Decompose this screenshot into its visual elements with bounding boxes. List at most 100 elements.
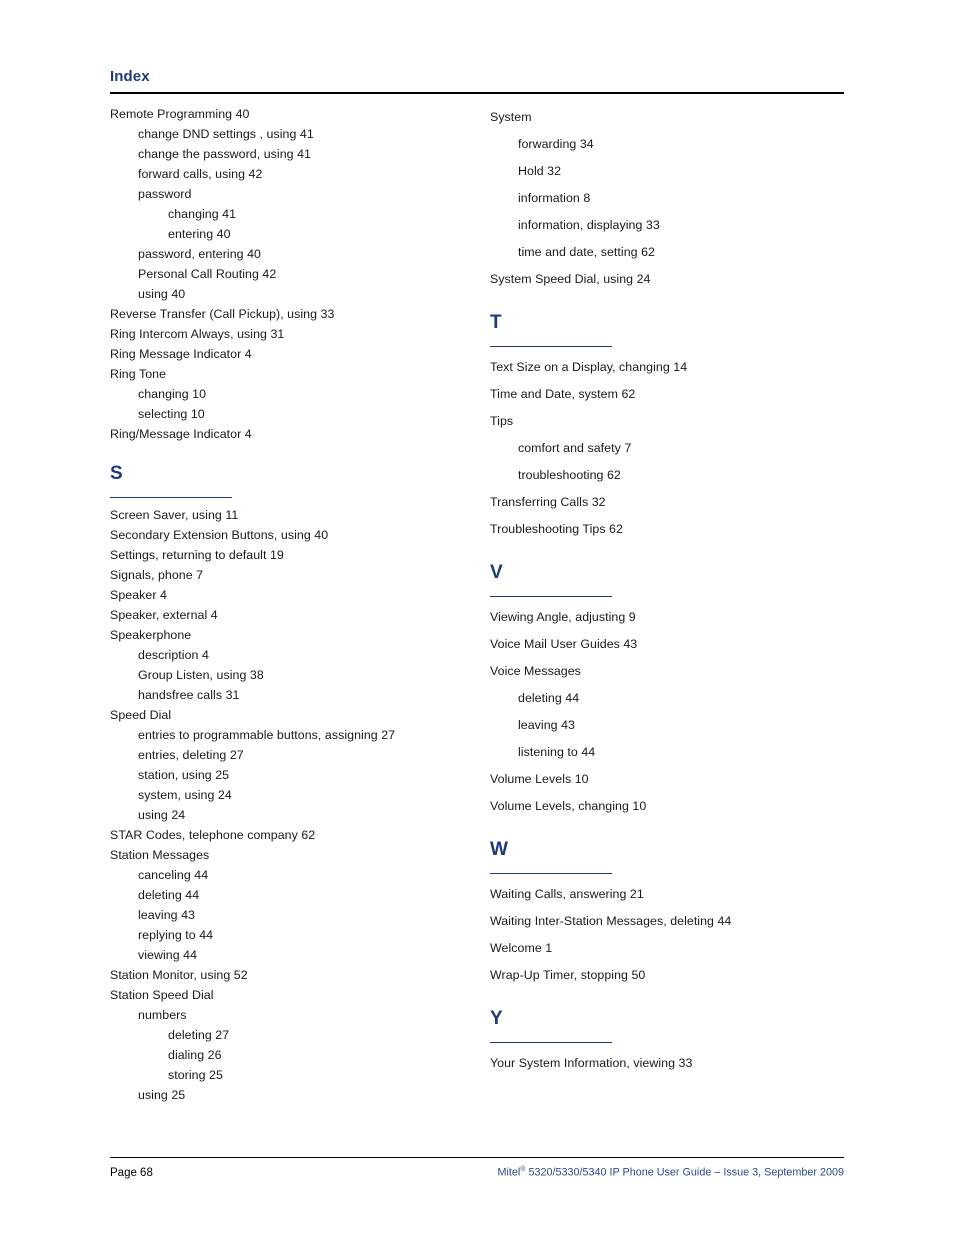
index-entry[interactable]: leaving 43 xyxy=(490,712,850,739)
index-entry[interactable]: password, entering 40 xyxy=(110,244,470,264)
index-entry[interactable]: Remote Programming 40 xyxy=(110,104,470,124)
index-entry[interactable]: Signals, phone 7 xyxy=(110,565,470,585)
page-title: Index xyxy=(110,68,150,85)
index-entry[interactable]: deleting 27 xyxy=(110,1025,470,1045)
index-entry[interactable]: Station Speed Dial xyxy=(110,985,470,1005)
index-entry[interactable]: Welcome 1 xyxy=(490,935,850,962)
letter-heading-divider xyxy=(490,346,612,347)
index-entry[interactable]: using 24 xyxy=(110,805,470,825)
index-entry[interactable]: Speaker 4 xyxy=(110,585,470,605)
letter-section-s: S xyxy=(110,444,470,505)
index-entry[interactable]: deleting 44 xyxy=(110,885,470,905)
index-entry[interactable]: Station Monitor, using 52 xyxy=(110,965,470,985)
letter-heading: S xyxy=(110,463,123,484)
letter-section-v: V xyxy=(490,543,850,604)
header-divider xyxy=(110,92,844,94)
index-entry[interactable]: Text Size on a Display, changing 14 xyxy=(490,354,850,381)
letter-heading: T xyxy=(490,312,502,333)
letter-heading-divider xyxy=(110,497,232,498)
index-entry[interactable]: Station Messages xyxy=(110,845,470,865)
index-entry[interactable]: canceling 44 xyxy=(110,865,470,885)
letter-heading: Y xyxy=(490,1008,503,1029)
index-entry[interactable]: entering 40 xyxy=(110,224,470,244)
index-entry[interactable]: Hold 32 xyxy=(490,158,850,185)
index-entry[interactable]: leaving 43 xyxy=(110,905,470,925)
index-entry[interactable]: Waiting Calls, answering 21 xyxy=(490,881,850,908)
index-entry[interactable]: Voice Messages xyxy=(490,658,850,685)
index-entry[interactable]: Group Listen, using 38 xyxy=(110,665,470,685)
index-entry[interactable]: System Speed Dial, using 24 xyxy=(490,266,850,293)
index-entry[interactable]: deleting 44 xyxy=(490,685,850,712)
index-entry[interactable]: selecting 10 xyxy=(110,404,470,424)
index-entry[interactable]: numbers xyxy=(110,1005,470,1025)
letter-section-t: T xyxy=(490,293,850,354)
index-entry[interactable]: handsfree calls 31 xyxy=(110,685,470,705)
index-entry[interactable]: Speed Dial xyxy=(110,705,470,725)
index-entry[interactable]: Ring/Message Indicator 4 xyxy=(110,424,470,444)
index-entry[interactable]: Volume Levels, changing 10 xyxy=(490,793,850,820)
page-header: Index xyxy=(110,68,844,94)
index-entry[interactable]: Your System Information, viewing 33 xyxy=(490,1050,850,1077)
index-entry[interactable]: changing 10 xyxy=(110,384,470,404)
index-page: Index Remote Programming 40 change DND se… xyxy=(0,0,954,1235)
index-entry[interactable]: dialing 26 xyxy=(110,1045,470,1065)
letter-heading: V xyxy=(490,562,503,583)
index-entry[interactable]: replying to 44 xyxy=(110,925,470,945)
index-entry[interactable]: changing 41 xyxy=(110,204,470,224)
index-entry[interactable]: troubleshooting 62 xyxy=(490,462,850,489)
index-entry[interactable]: Time and Date, system 62 xyxy=(490,381,850,408)
letter-heading-divider xyxy=(490,873,612,874)
page-footer: Page 68 Mitel® 5320/5330/5340 IP Phone U… xyxy=(110,1157,844,1179)
footer-row: Page 68 Mitel® 5320/5330/5340 IP Phone U… xyxy=(110,1166,844,1179)
index-entry[interactable]: change the password, using 41 xyxy=(110,144,470,164)
index-entry[interactable]: Viewing Angle, adjusting 9 xyxy=(490,604,850,631)
index-entry[interactable]: Wrap-Up Timer, stopping 50 xyxy=(490,962,850,989)
index-entry[interactable]: Speaker, external 4 xyxy=(110,605,470,625)
index-entry[interactable]: Speakerphone xyxy=(110,625,470,645)
index-entry[interactable]: listening to 44 xyxy=(490,739,850,766)
index-entry[interactable]: comfort and safety 7 xyxy=(490,435,850,462)
footer-divider xyxy=(110,1157,844,1158)
index-entry[interactable]: station, using 25 xyxy=(110,765,470,785)
index-entry[interactable]: Troubleshooting Tips 62 xyxy=(490,516,850,543)
index-entry[interactable]: Ring Tone xyxy=(110,364,470,384)
index-entry[interactable]: forward calls, using 42 xyxy=(110,164,470,184)
letter-heading-divider xyxy=(490,596,612,597)
index-entry[interactable]: storing 25 xyxy=(110,1065,470,1085)
index-entry[interactable]: Settings, returning to default 19 xyxy=(110,545,470,565)
index-entry[interactable]: description 4 xyxy=(110,645,470,665)
index-column-left: Remote Programming 40 change DND settings… xyxy=(110,104,470,1105)
index-entry[interactable]: Ring Intercom Always, using 31 xyxy=(110,324,470,344)
index-entry[interactable]: Volume Levels 10 xyxy=(490,766,850,793)
index-entry[interactable]: change DND settings , using 41 xyxy=(110,124,470,144)
index-entry[interactable]: Voice Mail User Guides 43 xyxy=(490,631,850,658)
index-entry[interactable]: using 40 xyxy=(110,284,470,304)
letter-section-w: W xyxy=(490,820,850,881)
index-entry[interactable]: information, displaying 33 xyxy=(490,212,850,239)
page-number: Page 68 xyxy=(110,1166,153,1179)
index-entry[interactable]: time and date, setting 62 xyxy=(490,239,850,266)
index-entry[interactable]: forwarding 34 xyxy=(490,131,850,158)
index-entry[interactable]: Secondary Extension Buttons, using 40 xyxy=(110,525,470,545)
index-entry[interactable]: Reverse Transfer (Call Pickup), using 33 xyxy=(110,304,470,324)
index-entry[interactable]: entries, deleting 27 xyxy=(110,745,470,765)
index-entry[interactable]: password xyxy=(110,184,470,204)
index-entry[interactable]: Screen Saver, using 11 xyxy=(110,505,470,525)
letter-section-y: Y xyxy=(490,989,850,1050)
index-entry[interactable]: Personal Call Routing 42 xyxy=(110,264,470,284)
index-column-right: System forwarding 34 Hold 32 information 8i… xyxy=(490,104,850,1077)
index-entry[interactable]: information 8 xyxy=(490,185,850,212)
guide-citation: Mitel® 5320/5330/5340 IP Phone User Guid… xyxy=(497,1166,844,1179)
index-entry[interactable]: Waiting Inter-Station Messages, deleting… xyxy=(490,908,850,935)
index-entry[interactable]: entries to programmable buttons, assigni… xyxy=(110,725,470,745)
index-entry[interactable]: Ring Message Indicator 4 xyxy=(110,344,470,364)
index-entry[interactable]: STAR Codes, telephone company 62 xyxy=(110,825,470,845)
index-entry[interactable]: viewing 44 xyxy=(110,945,470,965)
index-entry[interactable]: system, using 24 xyxy=(110,785,470,805)
index-entry[interactable]: Transferring Calls 32 xyxy=(490,489,850,516)
index-entry[interactable]: Tips xyxy=(490,408,850,435)
index-entry[interactable]: using 25 xyxy=(110,1085,470,1105)
index-entry[interactable]: System xyxy=(490,104,850,131)
letter-heading: W xyxy=(490,839,508,860)
guide-brand: Mitel xyxy=(497,1166,521,1179)
